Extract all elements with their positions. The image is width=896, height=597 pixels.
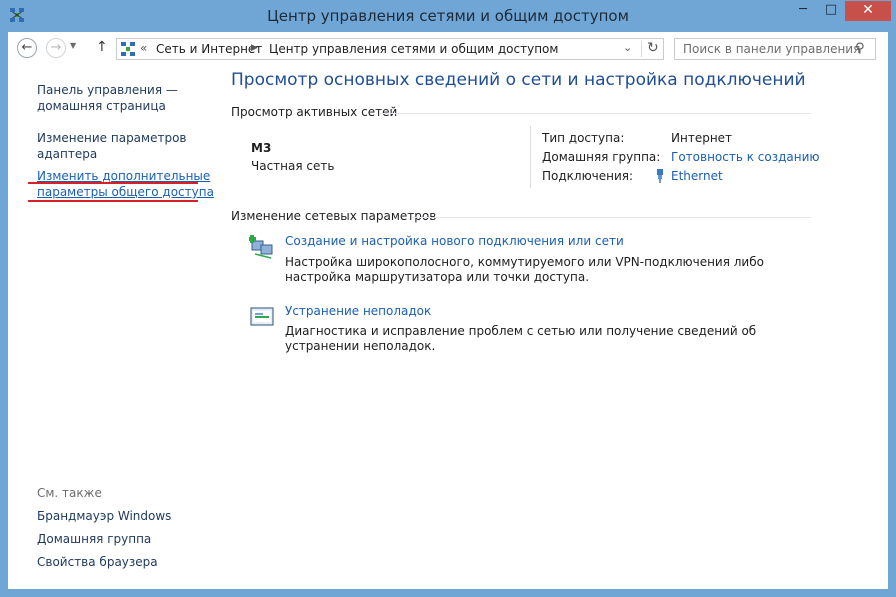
setup-new-connection-link[interactable]: Создание и настройка нового подключения … (285, 234, 624, 248)
forward-button[interactable]: → (46, 38, 66, 58)
breadcrumb-network-internet[interactable]: Сеть и Интернет (156, 42, 262, 56)
recent-locations-dropdown[interactable]: ▼ (70, 41, 76, 50)
arrow-left-icon: ← (21, 40, 33, 55)
see-also-firewall[interactable]: Брандмауэр Windows (37, 509, 171, 523)
highlight-mark (28, 200, 198, 202)
network-name: M3 (251, 141, 272, 155)
breadcrumb-network-center[interactable]: Центр управления сетями и общим доступом (269, 42, 558, 56)
divider (530, 126, 531, 188)
homegroup-link[interactable]: Готовность к созданию (671, 150, 820, 164)
refresh-icon[interactable]: ↻ (647, 40, 659, 56)
connections-label: Подключения: (542, 169, 634, 183)
sidebar-link-adapter-settings[interactable]: Изменение параметров адаптера (37, 130, 187, 162)
title-bar[interactable]: Центр управления сетями и общим доступом… (0, 0, 896, 32)
divider (380, 113, 811, 114)
see-also-title: См. также (37, 486, 102, 500)
homegroup-label: Домашняя группа: (542, 150, 661, 164)
back-button[interactable]: ← (17, 38, 37, 58)
arrow-right-icon: → (50, 40, 62, 55)
access-type-value: Интернет (671, 131, 733, 145)
change-settings-header: Изменение сетевых параметров (231, 209, 437, 223)
close-button[interactable]: ✕ (845, 1, 891, 21)
client-area: ← → ▼ ↑ « Сеть и Интернет ▶ Центр управл… (8, 32, 888, 589)
search-icon[interactable]: ⚲ (855, 41, 865, 56)
maximize-button[interactable]: □ (818, 1, 844, 21)
chevron-down-icon[interactable]: ⌄ (623, 41, 632, 54)
ethernet-icon[interactable] (655, 169, 665, 183)
active-networks-header: Просмотр активных сетей (231, 105, 398, 119)
highlight-mark (28, 182, 198, 184)
minimize-button[interactable]: ─ (790, 1, 816, 21)
new-connection-icon (249, 235, 273, 259)
divider (412, 217, 811, 218)
address-bar[interactable]: « Сеть и Интернет ▶ Центр управления сет… (116, 38, 664, 60)
network-center-icon (121, 42, 135, 56)
page-title: Просмотр основных сведений о сети и наст… (231, 70, 806, 90)
arrow-up-icon: ↑ (96, 39, 108, 55)
setup-new-connection-description: Настройка широкополосного, коммутируемог… (285, 255, 764, 284)
see-also-homegroup[interactable]: Домашняя группа (37, 532, 151, 546)
up-button[interactable]: ↑ (96, 39, 108, 55)
access-type-label: Тип доступа: (542, 131, 625, 145)
sidebar-link-advanced-sharing[interactable]: Изменить дополнительные параметры общего… (37, 168, 214, 200)
see-also-browser-properties[interactable]: Свойства браузера (37, 555, 158, 569)
troubleshoot-icon (250, 307, 274, 326)
chevron-right-icon[interactable]: ▶ (251, 43, 258, 53)
troubleshoot-link[interactable]: Устранение неполадок (285, 304, 431, 318)
divider (641, 41, 642, 57)
ethernet-link[interactable]: Ethernet (671, 169, 723, 183)
navigation-bar: ← → ▼ ↑ « Сеть и Интернет ▶ Центр управл… (8, 32, 888, 66)
search-placeholder: Поиск в панели управления (683, 42, 861, 56)
sidebar-link-home[interactable]: Панель управления — домашняя страница (37, 82, 178, 114)
breadcrumb-overflow[interactable]: « (140, 41, 147, 55)
chevron-down-icon: ▼ (70, 41, 77, 50)
network-type: Частная сеть (251, 159, 335, 173)
window-title: Центр управления сетями и общим доступом (267, 7, 629, 25)
window: Центр управления сетями и общим доступом… (0, 0, 896, 597)
troubleshoot-description: Диагностика и исправление проблем с сеть… (285, 324, 757, 353)
search-input[interactable]: Поиск в панели управления ⚲ (674, 38, 876, 60)
